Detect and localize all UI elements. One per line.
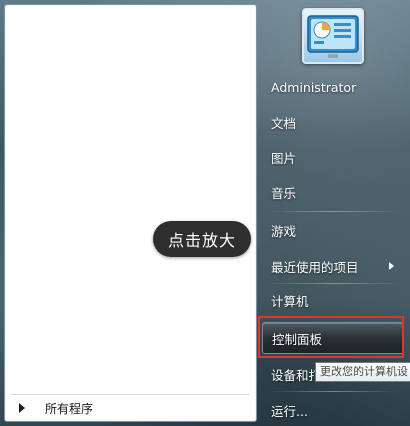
separator [268, 211, 400, 212]
link-control-panel[interactable]: 控制面板 [262, 322, 404, 354]
triangle-right-icon [19, 403, 25, 413]
link-label: 计算机 [271, 293, 309, 309]
control-panel-monitor-icon [307, 15, 359, 58]
link-label: 游戏 [271, 223, 297, 239]
start-menu: 所有程序 Administrator 文档 图片 音乐 游戏 最近使用的项目 计… [0, 0, 410, 426]
tooltip: 更改您的计算机设 [315, 362, 410, 382]
link-label: 图片 [271, 150, 297, 166]
link-label: 文档 [271, 115, 297, 131]
link-computer[interactable]: 计算机 [262, 285, 404, 315]
link-run[interactable]: 运行... [262, 395, 404, 425]
link-music[interactable]: 音乐 [262, 177, 404, 207]
link-label: 运行... [271, 403, 308, 419]
all-programs-button[interactable]: 所有程序 [11, 394, 250, 421]
zoom-bubble[interactable]: 点击放大 [153, 221, 251, 257]
link-documents[interactable]: 文档 [262, 107, 404, 137]
triangle-right-icon [389, 262, 394, 270]
link-label: 音乐 [271, 185, 297, 201]
separator [268, 391, 400, 392]
link-label: Administrator [271, 79, 357, 95]
all-programs-label: 所有程序 [45, 401, 94, 416]
programs-list-panel: 所有程序 [4, 4, 257, 422]
link-label: 控制面板 [272, 331, 323, 347]
link-games[interactable]: 游戏 [262, 215, 404, 245]
user-picture[interactable] [302, 8, 364, 64]
separator [268, 283, 400, 284]
link-administrator[interactable]: Administrator [262, 72, 404, 102]
link-label: 设备和打 [271, 367, 322, 383]
link-label: 最近使用的项目 [271, 259, 359, 275]
link-recent-items[interactable]: 最近使用的项目 [262, 251, 404, 281]
link-pictures[interactable]: 图片 [262, 142, 404, 172]
